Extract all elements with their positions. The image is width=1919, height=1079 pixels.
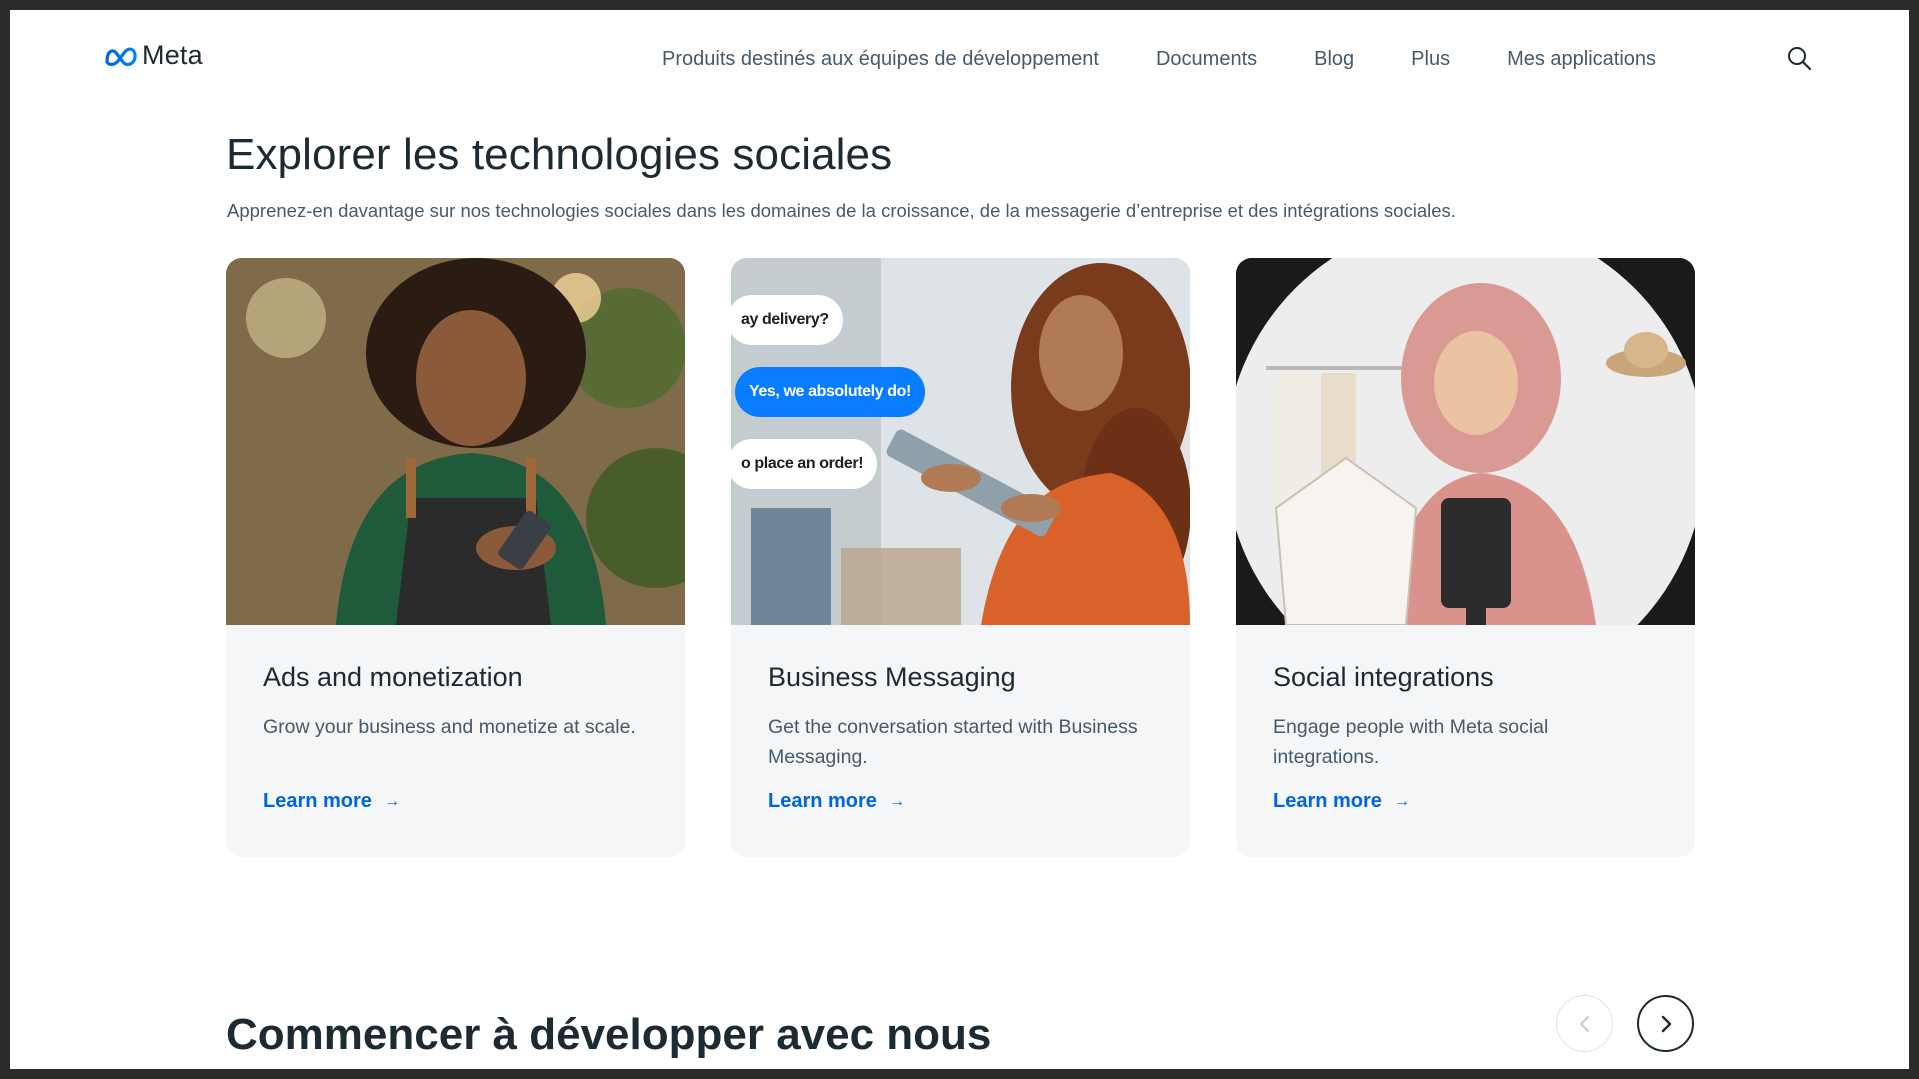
chat-bubble-incoming: o place an order!	[731, 439, 878, 489]
card-image-messaging: ay delivery? Yes, we absolutely do! o pl…	[731, 258, 1190, 625]
nav-products[interactable]: Produits destinés aux équipes de dévelop…	[662, 48, 1099, 71]
chat-bubble-outgoing: Yes, we absolutely do!	[735, 367, 925, 417]
nav-documents[interactable]: Documents	[1156, 48, 1257, 71]
meta-infinity-icon	[105, 47, 137, 66]
card-description: Engage people with Meta social integrati…	[1273, 716, 1549, 768]
learn-more-label: Learn more	[768, 790, 877, 812]
meta-logo[interactable]: Meta	[104, 40, 203, 71]
card-title: Social integrations	[1273, 662, 1494, 692]
card-title: Ads and monetization	[263, 662, 523, 692]
explore-title: Explorer les technologies sociales	[226, 130, 893, 179]
top-navigation: Meta Produits destinés aux équipes de dé…	[10, 10, 1909, 92]
explore-subtitle: Apprenez-en davantage sur nos technologi…	[227, 200, 1456, 221]
search-button[interactable]	[1785, 44, 1815, 74]
learn-more-label: Learn more	[1273, 790, 1382, 812]
card-description: Grow your business and monetize at scale…	[263, 716, 636, 738]
arrow-right-icon: →	[888, 792, 905, 810]
arrow-right-icon: →	[1393, 792, 1410, 810]
learn-more-label: Learn more	[263, 790, 372, 812]
card-social-integrations[interactable]: Social integrations Engage people with M…	[1236, 258, 1695, 857]
build-section-title: Commencer à développer avec nous	[226, 1010, 992, 1059]
learn-more-link[interactable]: Learn more →	[263, 790, 400, 813]
carousel-next-button[interactable]	[1637, 995, 1694, 1052]
main-nav: Produits destinés aux équipes de dévelop…	[662, 48, 1656, 71]
shop-owner-illustration	[226, 258, 685, 625]
nav-my-apps[interactable]: Mes applications	[1507, 48, 1656, 71]
livestream-illustration	[1236, 258, 1695, 625]
card-ads-monetization[interactable]: Ads and monetization Grow your business …	[226, 258, 685, 857]
card-image-shop-owner	[226, 258, 685, 625]
learn-more-link[interactable]: Learn more →	[768, 790, 905, 813]
chat-bubble-incoming: ay delivery?	[731, 295, 843, 345]
page: Meta Produits destinés aux équipes de dé…	[10, 10, 1909, 1069]
search-icon	[1788, 47, 1812, 71]
card-description: Get the conversation started with Busine…	[768, 716, 1138, 768]
card-image-livestream	[1236, 258, 1695, 625]
card-business-messaging[interactable]: ay delivery? Yes, we absolutely do! o pl…	[731, 258, 1190, 857]
card-title: Business Messaging	[768, 662, 1016, 692]
arrow-right-icon: →	[383, 792, 400, 810]
chevron-right-icon	[1661, 1015, 1671, 1032]
logo-text: Meta	[142, 40, 203, 70]
technology-cards: Ads and monetization Grow your business …	[226, 258, 1695, 857]
chevron-left-icon	[1579, 1015, 1589, 1032]
nav-blog[interactable]: Blog	[1314, 48, 1354, 71]
nav-more[interactable]: Plus	[1411, 48, 1450, 71]
learn-more-link[interactable]: Learn more →	[1273, 790, 1410, 813]
carousel-prev-button[interactable]	[1556, 995, 1613, 1052]
